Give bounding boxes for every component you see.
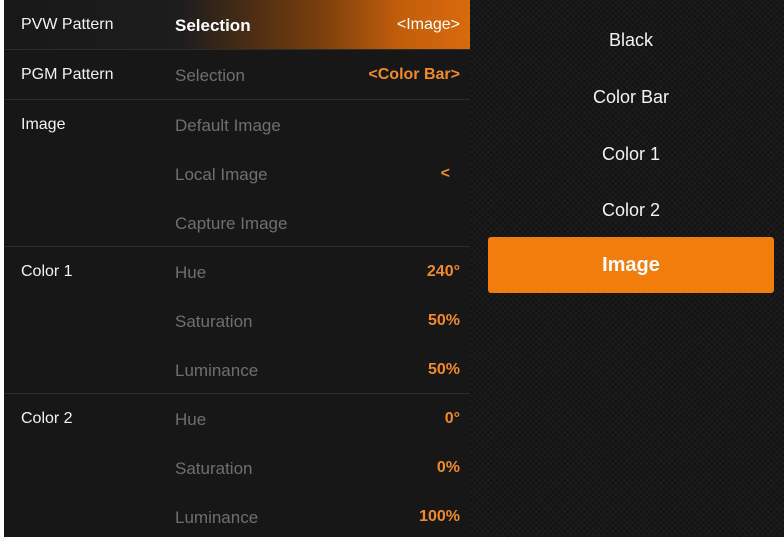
menu-row-local-image[interactable]: Local Image <: [4, 149, 470, 198]
option-image-selected[interactable]: Image: [488, 237, 774, 293]
item-label-local-image: Local Image: [175, 165, 268, 184]
value-pgm-selection: <Color Bar>: [368, 66, 460, 83]
option-color-bar[interactable]: Color Bar: [488, 69, 774, 125]
category-label-pvw-pattern: PVW Pattern: [21, 16, 114, 33]
menu-row-color1-saturation[interactable]: Saturation 50%: [4, 296, 470, 345]
value-pvw-selection: <Image>: [396, 16, 460, 33]
pattern-settings-window: PVW Pattern Selection <Image> PGM Patter…: [4, 0, 784, 537]
item-label-capture-image: Capture Image: [175, 214, 288, 233]
item-label-hue: Hue: [175, 410, 207, 429]
menu-row-pgm-selection[interactable]: PGM Pattern Selection <Color Bar>: [4, 50, 470, 99]
item-label-selection: Selection: [175, 16, 251, 35]
menu-row-color2-saturation[interactable]: Saturation 0%: [4, 443, 470, 492]
category-label-pgm-pattern: PGM Pattern: [21, 66, 114, 83]
menu-row-pvw-selection[interactable]: PVW Pattern Selection <Image>: [4, 0, 470, 49]
menu-row-default-image[interactable]: Image Default Image: [4, 100, 470, 149]
value-color2-luminance: 100%: [419, 508, 460, 525]
option-black[interactable]: Black: [488, 12, 774, 68]
value-color2-hue: 0°: [444, 410, 460, 427]
menu-row-color2-luminance[interactable]: Luminance 100%: [4, 492, 470, 541]
item-label-luminance: Luminance: [175, 508, 259, 527]
item-label-saturation: Saturation: [175, 312, 253, 331]
option-color-2[interactable]: Color 2: [488, 182, 774, 238]
menu-row-color1-hue[interactable]: Color 1 Hue 240°: [4, 247, 470, 296]
item-label-default-image: Default Image: [175, 116, 281, 135]
pattern-options-panel: Black Color Bar Color 1 Color 2 Image: [470, 0, 784, 537]
category-label-image: Image: [21, 116, 66, 133]
local-image-arrow-value: <: [440, 165, 450, 182]
item-label-saturation: Saturation: [175, 459, 253, 478]
value-color1-saturation: 50%: [427, 312, 460, 329]
category-label-color-2: Color 2: [21, 410, 73, 427]
menu-row-capture-image[interactable]: Capture Image: [4, 198, 470, 247]
value-color1-hue: 240°: [426, 263, 460, 280]
menu-row-color2-hue[interactable]: Color 2 Hue 0°: [4, 394, 470, 443]
option-color-1[interactable]: Color 1: [488, 126, 774, 182]
item-label-selection: Selection: [175, 66, 245, 85]
settings-menu-panel: PVW Pattern Selection <Image> PGM Patter…: [4, 0, 470, 537]
menu-row-color1-luminance[interactable]: Luminance 50%: [4, 345, 470, 394]
value-color1-luminance: 50%: [427, 361, 460, 378]
category-label-color-1: Color 1: [21, 263, 73, 280]
item-label-luminance: Luminance: [175, 361, 259, 380]
value-color2-saturation: 0%: [436, 459, 460, 476]
item-label-hue: Hue: [175, 263, 207, 282]
